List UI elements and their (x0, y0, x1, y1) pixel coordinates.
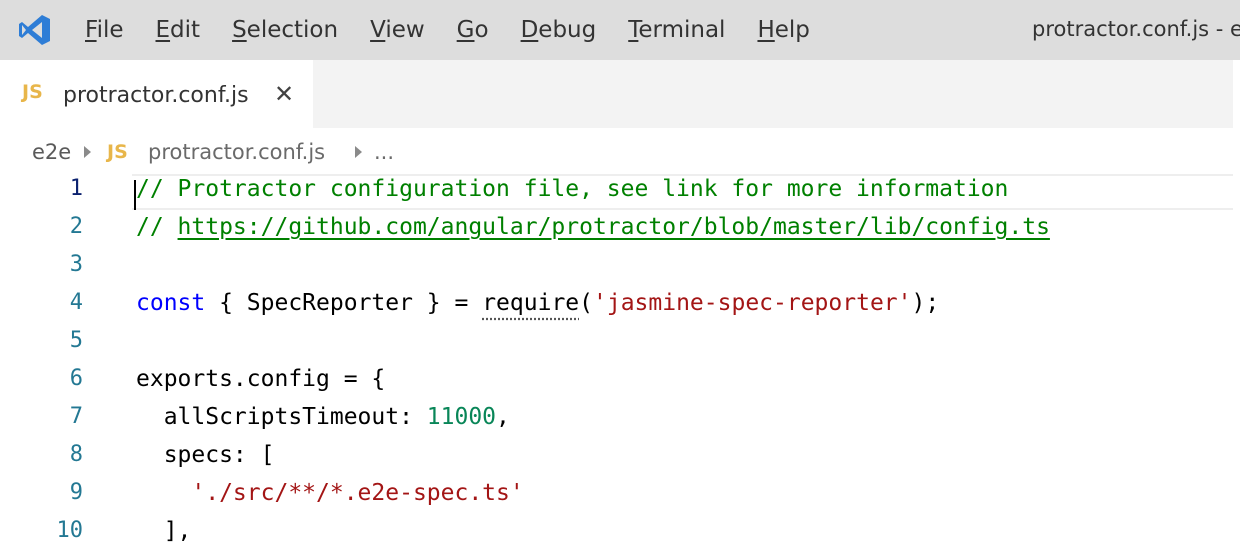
line-content: // Protractor configuration file, see li… (136, 176, 1009, 202)
code-line[interactable]: 5 (0, 324, 1233, 362)
chevron-right-icon (84, 146, 91, 158)
chevron-right-icon (355, 146, 362, 158)
code-editor[interactable]: 1 // Protractor configuration file, see … (0, 172, 1233, 554)
line-number: 1 (69, 176, 83, 201)
url-link[interactable]: https://github.com/angular/protractor/bl… (178, 214, 1050, 240)
menu-view[interactable]: View (370, 17, 425, 43)
line-number: 2 (69, 214, 83, 239)
line-content: ], (136, 518, 192, 544)
line-content: // https://github.com/angular/protractor… (136, 214, 1050, 240)
line-number: 4 (69, 290, 83, 315)
code-line[interactable]: 6 exports.config = { (0, 362, 1233, 400)
code-line[interactable]: 2 // https://github.com/angular/protract… (0, 210, 1233, 248)
vscode-logo-icon[interactable] (18, 13, 52, 47)
code-line[interactable]: 10 ], (0, 514, 1233, 552)
close-icon[interactable]: ✕ (274, 80, 294, 108)
code-line[interactable]: 1 // Protractor configuration file, see … (0, 172, 1233, 210)
breadcrumb-file[interactable]: protractor.conf.js (148, 140, 325, 164)
menu-edit[interactable]: Edit (156, 17, 201, 43)
line-content: './src/**/*.e2e-spec.ts' (191, 480, 524, 506)
line-number: 10 (56, 518, 84, 543)
breadcrumb-symbols[interactable]: ... (374, 140, 394, 164)
require-call[interactable]: require (482, 290, 579, 316)
title-bar: File Edit Selection View Go Debug Termin… (0, 0, 1240, 60)
tab-protractor-conf[interactable]: JS protractor.conf.js ✕ (0, 60, 313, 128)
code-line[interactable]: 8 specs: [ (0, 438, 1233, 476)
menu-selection[interactable]: Selection (232, 17, 338, 43)
menu-file[interactable]: File (85, 17, 124, 43)
line-number: 8 (69, 442, 83, 467)
line-content: exports.config = { (136, 366, 386, 392)
menu-bar: File Edit Selection View Go Debug Termin… (85, 0, 842, 60)
menu-terminal[interactable]: Terminal (628, 17, 725, 43)
tab-label: protractor.conf.js (63, 83, 249, 108)
line-number: 9 (69, 480, 83, 505)
line-content: specs: [ (136, 442, 275, 468)
line-content: allScriptsTimeout: 11000, (136, 404, 510, 430)
line-number: 6 (69, 366, 83, 391)
text-cursor (134, 180, 136, 210)
line-content: const { SpecReporter } = require('jasmin… (136, 290, 940, 316)
code-line[interactable]: 4 const { SpecReporter } = require('jasm… (0, 286, 1233, 324)
editor-tab-bar: JS protractor.conf.js ✕ (0, 60, 1240, 128)
line-number: 3 (69, 252, 83, 277)
breadcrumb-folder[interactable]: e2e (32, 140, 71, 164)
code-line[interactable]: 9 './src/**/*.e2e-spec.ts' (0, 476, 1233, 514)
line-number: 5 (69, 328, 83, 353)
code-line[interactable]: 3 (0, 248, 1233, 286)
menu-help[interactable]: Help (757, 17, 809, 43)
code-line[interactable]: 7 allScriptsTimeout: 11000, (0, 400, 1233, 438)
javascript-file-icon: JS (22, 81, 43, 103)
line-number: 7 (69, 404, 83, 429)
menu-debug[interactable]: Debug (521, 17, 597, 43)
javascript-file-icon: JS (107, 141, 128, 163)
window-title: protractor.conf.js - e (1032, 17, 1240, 41)
breadcrumb: e2e JS protractor.conf.js ... (0, 128, 1240, 172)
menu-go[interactable]: Go (457, 17, 489, 43)
